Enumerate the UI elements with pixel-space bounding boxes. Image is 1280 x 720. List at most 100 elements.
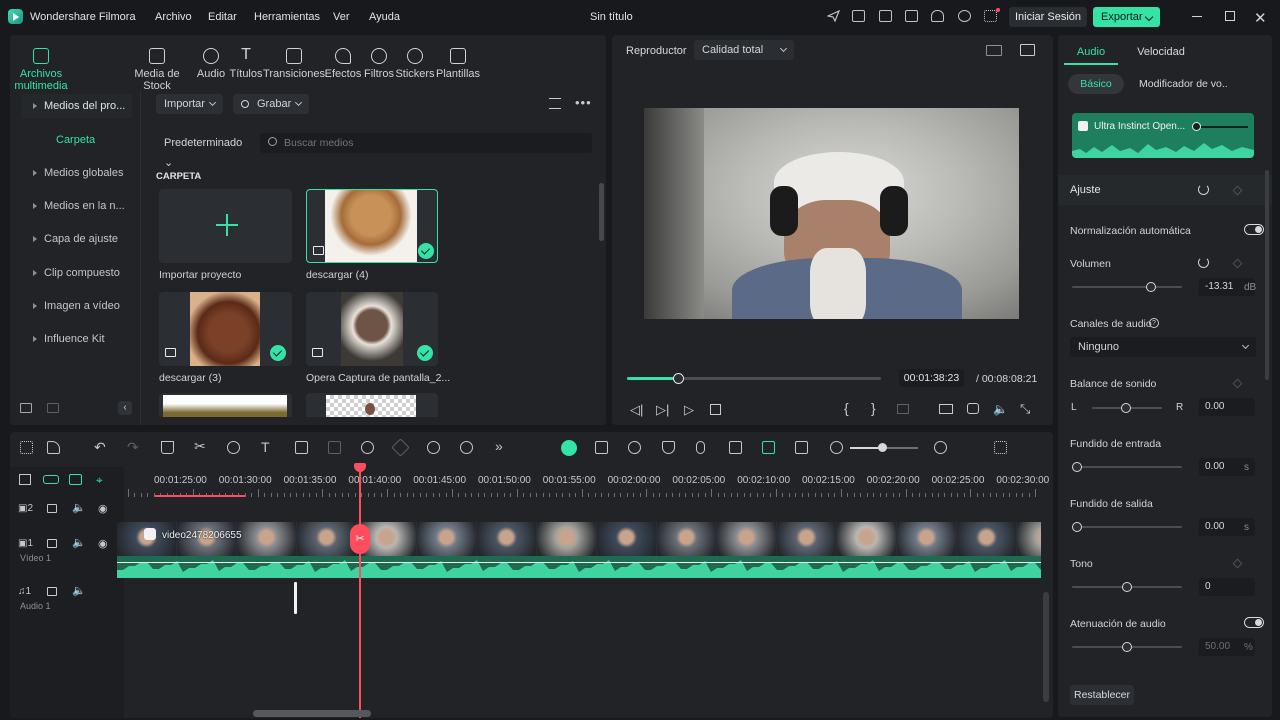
- drag-handle[interactable]: [294, 582, 297, 614]
- close-icon[interactable]: ✕: [1254, 9, 1267, 27]
- volume-icon[interactable]: 🔈: [993, 402, 1008, 416]
- snapshot-icon[interactable]: [595, 441, 608, 454]
- select-tool-icon[interactable]: [47, 441, 60, 454]
- screen-icon[interactable]: [879, 10, 892, 22]
- section-ajuste[interactable]: Ajuste: [1058, 175, 1272, 205]
- sort-dropdown[interactable]: Predeterminado ⌄: [156, 133, 252, 169]
- stop-icon[interactable]: [710, 404, 721, 415]
- color-icon[interactable]: [391, 438, 410, 457]
- new-folder-icon[interactable]: [20, 403, 32, 413]
- tab-audio-props[interactable]: Audio: [1064, 39, 1118, 65]
- import-project-tile[interactable]: [159, 189, 292, 263]
- sidebar-item-medios-en-la-nube[interactable]: Medios en la n...: [22, 194, 132, 218]
- add-track-icon[interactable]: [19, 474, 31, 485]
- track-knob[interactable]: [1192, 122, 1201, 131]
- crop-icon[interactable]: [295, 441, 308, 454]
- motion-icon[interactable]: [427, 441, 440, 454]
- mark-in-icon[interactable]: {: [844, 400, 849, 416]
- volume-slider[interactable]: [1072, 282, 1182, 292]
- subtab-basico[interactable]: Básico: [1068, 74, 1124, 94]
- zoom-slider[interactable]: [850, 443, 918, 452]
- timeline-v-scrollbar[interactable]: [1043, 592, 1049, 702]
- mute-icon[interactable]: 🔈: [72, 536, 86, 549]
- save-icon[interactable]: [905, 10, 918, 22]
- quality-dropdown[interactable]: Calidad total: [694, 40, 794, 60]
- mute-icon[interactable]: 🔈: [72, 501, 86, 514]
- cut-icon[interactable]: ✂: [194, 438, 206, 455]
- tab-plantillas[interactable]: Plantillas: [423, 48, 493, 80]
- shield-icon[interactable]: [662, 441, 675, 454]
- sidebar-item-capa-de-ajuste[interactable]: Capa de ajuste: [22, 227, 132, 251]
- volume-knob[interactable]: [1146, 282, 1156, 292]
- auto-normalization-toggle[interactable]: [1244, 224, 1264, 235]
- more-options-icon[interactable]: •••: [575, 95, 592, 110]
- grid-view-icon[interactable]: [986, 45, 1002, 56]
- volume-reset-icon[interactable]: [1198, 257, 1209, 268]
- channels-dropdown[interactable]: Ninguno: [1070, 337, 1256, 357]
- media-thumb-descargar-3[interactable]: [159, 292, 292, 366]
- folder-icon[interactable]: [47, 403, 59, 413]
- zoom-out-icon[interactable]: [830, 441, 843, 454]
- support-icon[interactable]: [958, 10, 971, 22]
- render-icon[interactable]: [628, 441, 641, 454]
- maximize-icon[interactable]: [1225, 11, 1235, 21]
- mute-icon[interactable]: 🔈: [72, 584, 86, 597]
- reset-icon[interactable]: [1198, 184, 1209, 195]
- tone-keyframe-icon[interactable]: [1232, 558, 1243, 569]
- volume-keyframe-icon[interactable]: [1232, 258, 1243, 269]
- fullscreen-icon[interactable]: ⤡: [1020, 401, 1030, 417]
- timer-icon[interactable]: [460, 441, 473, 454]
- display-icon[interactable]: [939, 404, 953, 414]
- microphone-icon[interactable]: [696, 441, 705, 454]
- media-thumb-descargar-4[interactable]: [306, 189, 438, 263]
- next-frame-icon[interactable]: ▷|: [656, 402, 669, 418]
- eye-icon[interactable]: ◉: [98, 537, 108, 550]
- filter-sort-icon[interactable]: [549, 98, 561, 109]
- tab-archivos-multimedia[interactable]: Archivos multimedia: [6, 48, 76, 92]
- ai-tool-icon[interactable]: [328, 441, 341, 454]
- delete-icon[interactable]: [161, 441, 174, 454]
- fade-out-knob[interactable]: [1072, 522, 1082, 532]
- sidebar-item-medios-del-proyecto[interactable]: Medios del pro...: [22, 94, 132, 118]
- tone-slider[interactable]: [1072, 582, 1182, 592]
- send-icon[interactable]: [825, 9, 841, 23]
- menu-ayuda[interactable]: Ayuda: [369, 11, 400, 23]
- balance-knob[interactable]: [1121, 403, 1131, 413]
- subtitle-icon[interactable]: [729, 441, 742, 454]
- fade-in-knob[interactable]: [1072, 462, 1082, 472]
- login-button[interactable]: Iniciar Sesión: [1009, 7, 1088, 27]
- sidebar-item-imagen-a-video[interactable]: Imagen a vídeo: [22, 294, 132, 318]
- speed-icon[interactable]: [361, 441, 374, 454]
- sidebar-item-medios-globales[interactable]: Medios globales: [22, 161, 132, 185]
- video-clip[interactable]: [117, 522, 1041, 556]
- info-icon[interactable]: ?: [1149, 318, 1159, 328]
- menu-ver[interactable]: Ver: [333, 11, 350, 23]
- balance-keyframe-icon[interactable]: [1232, 378, 1243, 389]
- ducking-knob[interactable]: [1122, 642, 1132, 652]
- menu-editar[interactable]: Editar: [208, 11, 237, 23]
- undo-icon[interactable]: ↶: [94, 439, 106, 456]
- progress-knob[interactable]: [672, 373, 684, 384]
- balance-slider[interactable]: [1092, 403, 1162, 413]
- menu-archivo[interactable]: Archivo: [155, 11, 192, 23]
- zoom-knob[interactable]: [878, 443, 887, 452]
- view-options-icon[interactable]: [994, 441, 1007, 454]
- media-thumb-opera-captura[interactable]: [306, 292, 438, 366]
- current-time[interactable]: 00:01:38:23: [899, 369, 964, 387]
- snap-icon[interactable]: ⌖: [96, 473, 103, 488]
- audio-track-card[interactable]: Ultra Instinct Open...: [1072, 113, 1254, 158]
- ducking-toggle[interactable]: [1244, 617, 1264, 628]
- lock-icon[interactable]: [47, 504, 57, 513]
- sidebar-item-carpeta[interactable]: Carpeta: [56, 134, 95, 146]
- timeline-h-scrollbar[interactable]: [253, 710, 371, 717]
- zoom-in-icon[interactable]: [934, 441, 947, 454]
- snapshot-view-icon[interactable]: [1020, 44, 1035, 56]
- tab-velocidad[interactable]: Velocidad: [1126, 39, 1196, 65]
- document-icon[interactable]: [852, 10, 865, 22]
- keyframe-icon[interactable]: [1232, 185, 1243, 196]
- lock-icon[interactable]: [47, 587, 57, 596]
- eye-icon[interactable]: ◉: [98, 502, 108, 515]
- sidebar-item-clip-compuesto[interactable]: Clip compuesto: [22, 261, 132, 285]
- ducking-slider[interactable]: [1072, 642, 1182, 652]
- subtab-modificador-de-voz[interactable]: Modificador de vo...: [1139, 78, 1227, 90]
